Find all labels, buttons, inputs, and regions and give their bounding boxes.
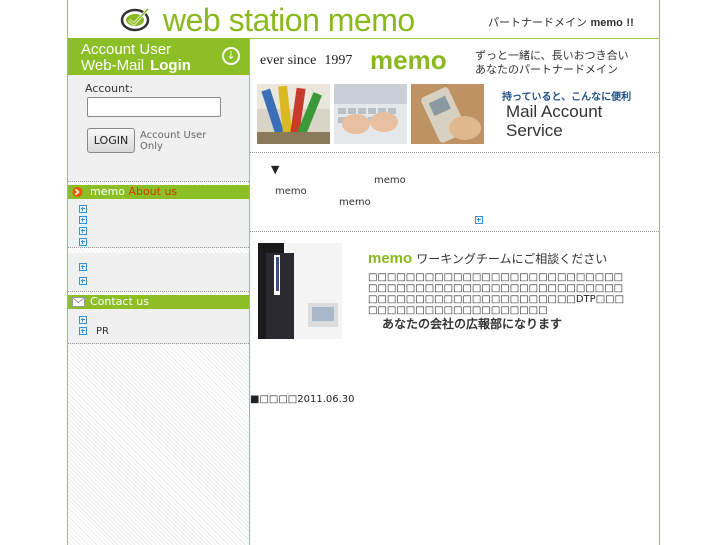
tagline-end: !!	[626, 17, 634, 29]
about-us-bar[interactable]: memo About us	[68, 185, 249, 199]
news-item: memo	[339, 197, 371, 208]
phone-photo	[411, 84, 484, 144]
since-label: ever since	[260, 53, 317, 68]
login-title-login: Login	[150, 57, 191, 74]
expand-plus-icon[interactable]	[79, 277, 87, 285]
businessman-photo	[258, 243, 342, 339]
consult-memo: memo	[368, 250, 413, 267]
arrow-right-icon	[72, 187, 83, 197]
login-form: Account: LOGIN Account User Only	[68, 75, 249, 182]
update-date: ■□□□□2011.06.30	[250, 394, 355, 405]
expand-plus-icon[interactable]	[79, 205, 87, 213]
page-background: web station memo パートナードメイン memo !! Accou…	[0, 0, 727, 545]
page-frame: web station memo パートナードメイン memo !! Accou…	[67, 0, 660, 545]
sidebar: Account User Web-Mail Login ↓ Account: LO…	[68, 38, 250, 545]
tagline-memo: memo	[590, 17, 623, 29]
banner-jp-text: ずっと一緒に、長いおつき合い あなたのパートナードメイン	[475, 49, 629, 77]
site-logo-text[interactable]: web station memo	[163, 2, 415, 39]
contact-links: PR	[68, 309, 249, 344]
expand-plus-icon[interactable]	[79, 316, 87, 324]
banner-jp-line1: ずっと一緒に、長いおつき合い	[475, 49, 629, 62]
about-us-prefix: memo	[90, 185, 125, 198]
keyboard-photo	[334, 84, 407, 144]
news-item: memo	[374, 175, 406, 186]
triangle-down-icon: ▼	[271, 163, 280, 176]
login-title-webmail: Web-Mail	[81, 57, 145, 74]
consult-tagline: あなたの会社の広報部になります	[382, 317, 563, 331]
tagline-jp: パートナードメイン	[488, 16, 587, 29]
consult-title: memo ワーキングチームにご相談ください	[368, 250, 607, 267]
expand-plus-icon[interactable]	[79, 327, 87, 335]
about-us-title: memo About us	[90, 185, 177, 199]
pr-link[interactable]: PR	[96, 326, 109, 337]
consult-body: □□□□□□□□□□□□□□□□□□□□□□□□□□□□□□□□□□□□□□□□…	[368, 272, 625, 316]
account-input[interactable]	[87, 97, 221, 117]
news-section: ▼ memo memo memo	[250, 153, 659, 232]
since-year: 1997	[324, 53, 353, 68]
expand-plus-icon[interactable]	[475, 216, 483, 224]
news-item: memo	[275, 186, 307, 197]
service-links	[68, 253, 249, 292]
site-header: web station memo パートナードメイン memo !!	[68, 0, 659, 39]
banner-jp-line2: あなたのパートナードメイン	[475, 63, 618, 76]
consult-title-text: ワーキングチームにご相談ください	[416, 252, 608, 266]
mail-service-jp: 持っていると、こんなに便利	[502, 92, 632, 103]
webmail-login-header: Account User Web-Mail Login ↓	[68, 38, 249, 75]
logo-icon	[120, 7, 150, 32]
top-banner: ever since 1997 memo ずっと一緒に、長いおつき合い あなたのパ…	[250, 38, 659, 153]
mail-account-service-link[interactable]: Mail Account Service	[506, 102, 602, 140]
expand-plus-icon[interactable]	[79, 227, 87, 235]
account-note: Account User Only	[140, 130, 207, 152]
banner-memo: memo	[370, 45, 447, 75]
expand-plus-icon[interactable]	[79, 216, 87, 224]
main-content: ever since 1997 memo ずっと一緒に、長いおつき合い あなたのパ…	[250, 38, 659, 545]
contact-us-label: Contact us	[90, 295, 149, 308]
since-text: ever since 1997	[260, 53, 352, 69]
login-title-line1: Account User	[81, 41, 172, 58]
expand-plus-icon[interactable]	[79, 238, 87, 246]
login-button[interactable]: LOGIN	[87, 128, 135, 153]
envelope-icon	[72, 297, 85, 307]
login-title-line2: Web-Mail Login	[81, 57, 191, 74]
arrow-down-circle-icon: ↓	[222, 47, 240, 65]
contact-us-bar[interactable]: Contact us	[68, 295, 249, 309]
about-links	[68, 199, 249, 248]
header-tagline: パートナードメイン memo !!	[488, 14, 634, 30]
mail-title-line1: Mail Account	[506, 102, 603, 121]
account-label: Account:	[85, 82, 134, 95]
expand-plus-icon[interactable]	[79, 263, 87, 271]
consult-section: memo ワーキングチームにご相談ください □□□□□□□□□□□□□□□□□□□…	[250, 232, 659, 352]
mail-title-line2: Service	[506, 121, 563, 140]
pencils-photo	[257, 84, 330, 144]
about-us-label: About us	[128, 185, 178, 198]
